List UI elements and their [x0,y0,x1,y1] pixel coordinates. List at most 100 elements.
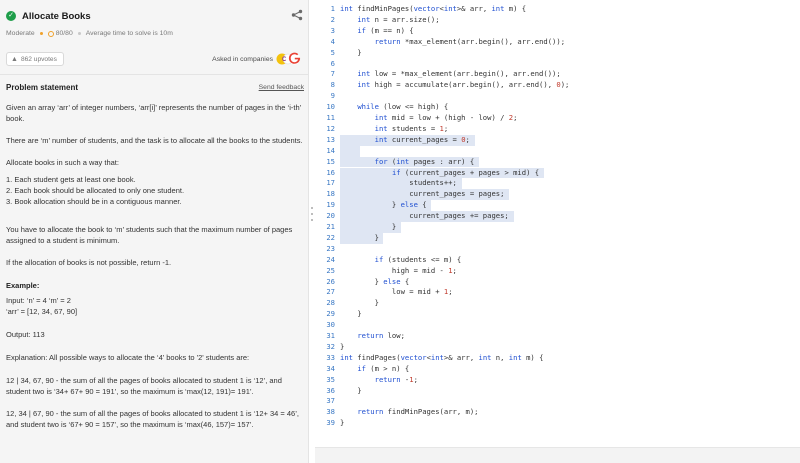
code-line[interactable]: 7 int low = *max_element(arr.begin(), ar… [315,69,800,80]
score-label: 80/80 [55,30,73,37]
code-text: if (m > n) { [357,363,410,373]
code-text: int findMinPages(vector<int>& arr, int m… [340,4,527,13]
code-line[interactable]: 25 high = mid - 1; [315,266,800,277]
code-line[interactable]: 18 current_pages = pages; [315,189,800,201]
code-text: } [340,47,362,57]
editor-footer [315,447,800,463]
problem-panel: ✓ Allocate Books Moderate 80/80 Average … [0,0,309,463]
line-number: 33 [326,352,335,362]
code-line[interactable]: 14 [315,145,800,157]
code-line[interactable]: 11 int mid = low + (high - low) / 2; [315,113,800,124]
code-line[interactable]: 19 } else { [315,200,800,212]
code-text: for (int pages : arr) { [374,156,475,166]
line-number: 31 [326,331,335,340]
code-line[interactable]: 37 [315,396,800,407]
code-editor[interactable]: 1 int findMinPages(vector<int>& arr, int … [315,0,800,447]
code-line[interactable]: 23 [315,244,800,255]
problem-meta: Moderate 80/80 Average time to solve is … [6,30,173,37]
example-heading: Example: [6,281,40,290]
code-line[interactable]: 21 } [315,222,800,233]
code-line[interactable]: 35 return -1; [315,375,800,386]
code-line[interactable]: 38 return findMinPages(arr, m); [315,407,800,418]
line-number: 28 [326,298,335,308]
code-text: high = mid - 1; [340,265,457,275]
share-icon[interactable] [291,9,303,21]
code-text: } [340,298,379,308]
code-line[interactable]: 8 int high = accumulate(arr.begin(), arr… [315,80,800,91]
code-line[interactable]: 1 int findMinPages(vector<int>& arr, int … [315,4,800,15]
code-text: return low; [357,331,405,340]
upvote-button[interactable]: ▲ 862 upvotes [6,52,64,66]
rule-item: 3. Book allocation should be in a contig… [6,197,182,206]
code-line[interactable]: 2 int n = arr.size(); [315,15,800,26]
code-line[interactable]: 32} [315,342,800,353]
separator-dot [39,32,43,35]
line-number: 29 [326,309,335,319]
code-text: if (m == n) { [357,25,414,35]
code-line[interactable]: 22 } [315,232,800,244]
code-text: int low = *max_element(arr.begin(), arr.… [357,69,561,79]
code-line[interactable]: 27 low = mid + 1; [315,287,800,298]
code-text: } else { [340,276,410,286]
selection-highlight [340,145,360,157]
code-line[interactable]: 24 if (students <= m) { [315,255,800,266]
score-icon [47,30,54,37]
statement-paragraph: If the allocation of books is not possib… [6,258,172,267]
code-line[interactable]: 33 int findPages(vector<int>& arr, int n,… [315,353,800,364]
statement-paragraph: There are ‘m’ number of students, and th… [6,136,303,145]
problem-title: Allocate Books [22,10,91,22]
line-number: 22 [326,232,335,242]
upvote-count: 862 upvotes [20,55,57,63]
code-line[interactable]: 3 if (m == n) { [315,26,800,37]
line-number: 6 [330,58,335,68]
code-line[interactable]: 6 [315,59,800,70]
code-text: students++; [340,178,457,188]
code-line[interactable]: 15 for (int pages : arr) { [315,156,800,168]
separator-dot [77,32,81,35]
code-text: } [340,309,362,319]
code-line[interactable]: 39} [315,418,800,429]
line-number: 1 [330,4,335,13]
code-line[interactable]: 10 while (low <= high) { [315,102,800,113]
code-text: if (students <= m) { [374,254,462,264]
code-text: } [340,341,345,351]
code-line[interactable]: 28 } [315,298,800,309]
code-line[interactable]: 4 return *max_element(arr.begin(), arr.e… [315,37,800,48]
solved-check-icon: ✓ [6,11,16,21]
code-text: if (current_pages + pages > mid) { [391,167,540,177]
code-line[interactable]: 5 } [315,48,800,59]
line-number: 8 [330,80,335,90]
code-line[interactable]: 36 } [315,386,800,397]
code-line[interactable]: 29 } [315,309,800,320]
code-line[interactable]: 13 int current_pages = 0; [315,134,800,146]
header-divider [0,74,308,75]
code-line[interactable]: 12 int students = 1; [315,124,800,135]
line-number: 13 [326,134,335,144]
line-number: 32 [326,341,335,351]
code-text: } [340,385,362,395]
upvote-arrow-icon: ▲ [11,55,18,63]
problem-body: Problem statement Send feedback Given an… [6,78,304,430]
code-text: current_pages += pages; [340,211,509,221]
line-number: 38 [326,407,335,417]
code-line[interactable]: 31 return low; [315,331,800,342]
code-text: while (low <= high) { [357,102,449,112]
code-line[interactable]: 20 current_pages += pages; [315,211,800,222]
line-number: 35 [326,374,335,384]
rule-item: 2. Each book should be allocated to only… [6,186,185,195]
code-line[interactable]: 16 if (current_pages + pages > mid) { [315,167,800,179]
send-feedback-link[interactable]: Send feedback [259,82,304,93]
code-text: int students = 1; [374,123,449,133]
code-text: } [340,418,345,428]
code-line[interactable]: 9 [315,91,800,102]
explanation-case: 12 | 34, 67, 90 - the sum of all the pag… [6,376,282,396]
explanation-text: Explanation: All possible ways to alloca… [6,353,250,362]
line-number: 21 [326,222,335,231]
code-line[interactable]: 34 if (m > n) { [315,364,800,375]
company-logos-icon[interactable] [275,51,303,67]
code-line[interactable]: 30 [315,320,800,331]
panel-resize-handle[interactable] [311,207,314,227]
code-line[interactable]: 26 } else { [315,277,800,288]
line-number: 17 [326,178,335,188]
code-line[interactable]: 17 students++; [315,178,800,190]
